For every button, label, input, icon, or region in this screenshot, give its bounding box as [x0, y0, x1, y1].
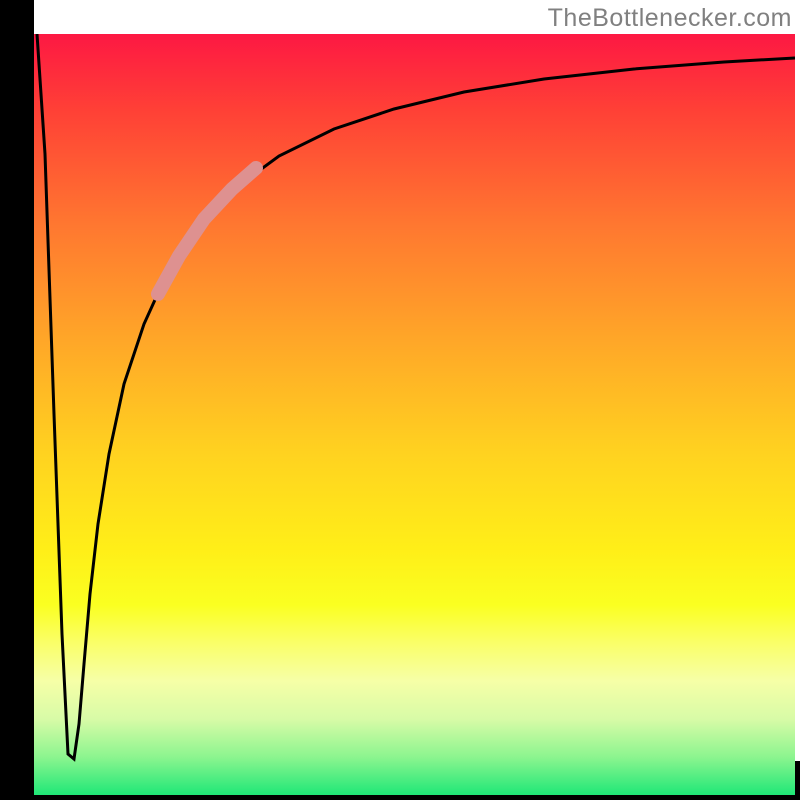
- y-axis: [0, 34, 34, 795]
- bottleneck-curve: [34, 34, 795, 795]
- chart-container: [0, 0, 800, 800]
- plot-area: [34, 34, 795, 795]
- axis-corner: [0, 0, 34, 34]
- watermark: TheBottlenecker.com: [548, 4, 792, 33]
